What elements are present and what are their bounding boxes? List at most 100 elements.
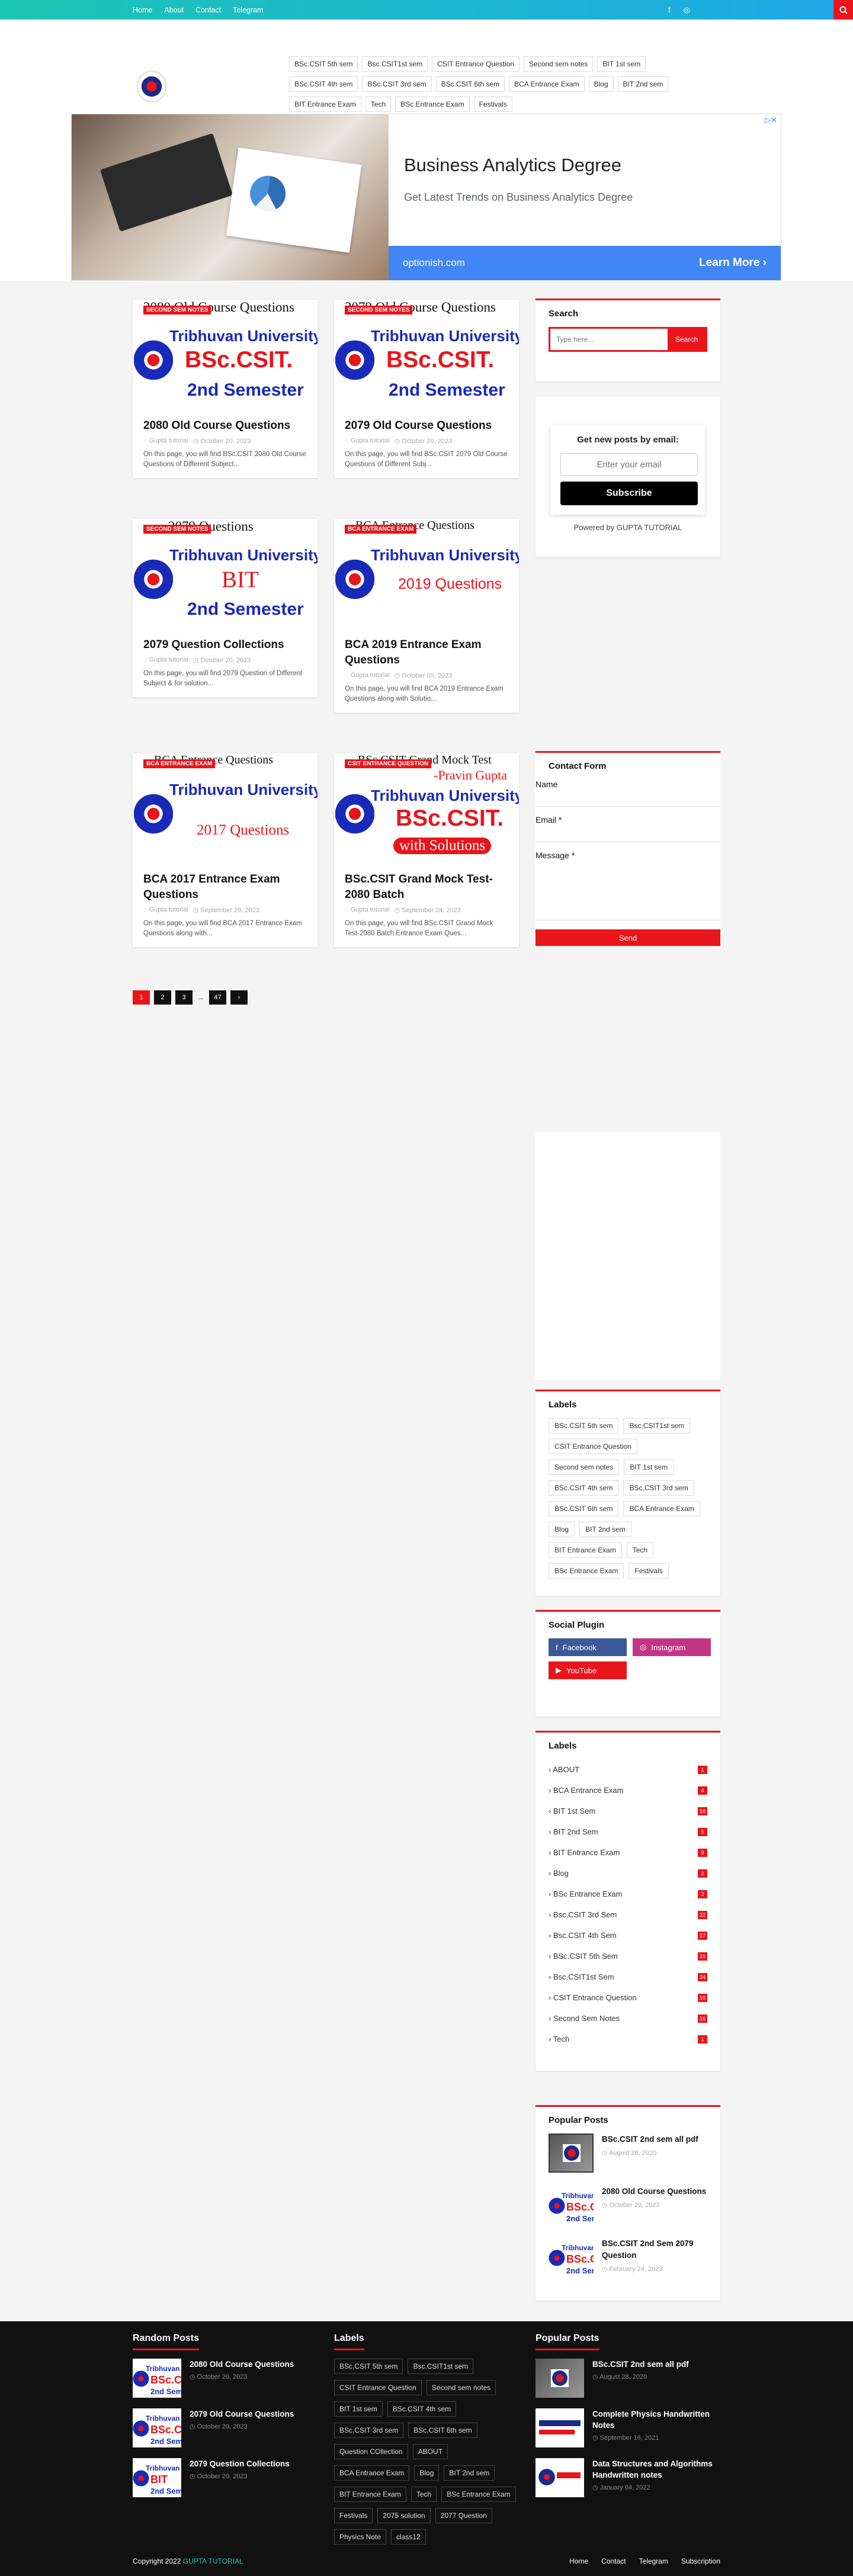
footer-label-chip[interactable]: BSc.CSIT 4th sem — [387, 2401, 457, 2417]
footer-label-chip[interactable]: Festivals — [334, 2508, 373, 2523]
header-tag[interactable]: Blog — [588, 76, 614, 92]
footer-post[interactable]: Data Structures and Algorithms Handwritt… — [535, 2458, 720, 2497]
label-list-item[interactable]: › BIT Entrance Exam 9 — [549, 1842, 707, 1863]
post-label-badge[interactable]: CSIT ENTRANCE QUESTION — [345, 759, 432, 768]
brand-link[interactable]: GUPTA TUTORIAL — [183, 2557, 243, 2565]
message-field[interactable] — [535, 864, 720, 920]
footer-post[interactable]: Tribhuvan UnivBIT2nd Semes 2079 Question… — [133, 2458, 318, 2497]
ad-learn-more-button[interactable]: Learn More › — [699, 256, 767, 270]
label-list-item[interactable]: › BCA Entrance Exam 4 — [549, 1780, 707, 1801]
post-title[interactable]: 2079 Question Collections — [133, 629, 318, 653]
post-card[interactable]: BSc.CSIT Grand Mock Test -Pravin Gupta T… — [334, 753, 519, 947]
facebook-button[interactable]: f Facebook — [549, 1638, 627, 1656]
post-title[interactable]: BSc.CSIT Grand Mock Test-2080 Batch — [334, 864, 519, 903]
label-list-item[interactable]: › Bsc.CSIT1st Sem 34 — [549, 1967, 707, 1987]
header-tag[interactable]: BIT 2nd sem — [617, 76, 669, 92]
page-1[interactable]: 1 — [133, 990, 150, 1005]
label-list-item[interactable]: › ABOUT 1 — [549, 1759, 707, 1780]
label-chip[interactable]: Festivals — [628, 1563, 669, 1579]
header-tag[interactable]: Tech — [365, 97, 392, 112]
popular-post[interactable]: Tribhuvan UnivBSc.CSIT2nd Sem BSc.CSIT 2… — [535, 2238, 720, 2290]
label-chip[interactable]: Tech — [626, 1542, 654, 1558]
footer-label-chip[interactable]: BIT 1st sem — [334, 2401, 383, 2417]
footer-label-chip[interactable]: Blog — [414, 2465, 440, 2481]
post-label-badge[interactable]: BCA ENTRANCE EXAM — [143, 759, 216, 768]
label-chip[interactable]: BCA Entrance Exam — [623, 1501, 700, 1516]
footer-post[interactable]: BSc.CSIT 2nd sem all pdf ◷ August 28, 202… — [535, 2359, 720, 2398]
page-47[interactable]: 47 — [209, 990, 226, 1005]
post-title[interactable]: BCA 2019 Entrance Exam Questions — [334, 629, 519, 668]
label-list-item[interactable]: › Second Sem Notes 16 — [549, 2008, 707, 2029]
search-button[interactable]: Search — [668, 329, 706, 350]
label-chip[interactable]: BIT 1st sem — [624, 1459, 674, 1475]
footer-label-chip[interactable]: BSc.CSIT 3rd sem — [334, 2423, 404, 2438]
page-2[interactable]: 2 — [154, 990, 171, 1005]
header-tag[interactable]: BSc.CSIT 5th sem — [289, 56, 358, 72]
next-page-button[interactable]: › — [230, 990, 248, 1005]
label-chip[interactable]: BSc.CSIT 5th sem — [549, 1418, 619, 1433]
label-chip[interactable]: BSc.CSIT 3rd sem — [623, 1480, 694, 1496]
post-thumbnail[interactable]: BSc.CSIT Grand Mock Test -Pravin Gupta T… — [334, 753, 519, 864]
post-thumbnail[interactable]: BCA Entrance Questions Tribhuvan Univers… — [133, 753, 318, 864]
label-list-item[interactable]: › Tech 1 — [549, 2029, 707, 2049]
footer-label-chip[interactable]: ABOUT — [412, 2444, 448, 2459]
header-tag[interactable]: Bsc.CSIT1st sem — [362, 56, 428, 72]
label-list-item[interactable]: › CSIT Entrance Question 10 — [549, 1987, 707, 2008]
label-chip[interactable]: BSc.CSIT 6th sem — [549, 1501, 619, 1516]
post-thumbnail[interactable]: 2079 Questions Tribhuvan University BIT … — [133, 519, 318, 629]
footer-label-chip[interactable]: Physics Note — [334, 2529, 387, 2545]
label-chip[interactable]: Second sem notes — [549, 1459, 620, 1475]
label-list-item[interactable]: › Bsc.CSIT 3rd Sem 22 — [549, 1904, 707, 1925]
subscribe-button[interactable]: Subscribe — [560, 482, 698, 505]
ad-banner[interactable]: ▷✕ Business Analytics Degree Get Latest … — [71, 114, 781, 281]
nav-home[interactable]: Home — [133, 6, 152, 14]
site-logo[interactable] — [137, 70, 166, 102]
footer-label-chip[interactable]: 2077 Question — [435, 2508, 492, 2523]
header-tag[interactable]: BSc.CSIT 4th sem — [289, 76, 358, 92]
post-card[interactable]: 2079 Old Course Questions Tribhuvan Univ… — [334, 300, 519, 478]
post-thumbnail[interactable]: 2080 Old Course Questions Tribhuvan Univ… — [133, 300, 318, 410]
footer-link-contact[interactable]: Contact — [601, 2557, 626, 2565]
header-tag[interactable]: Festivals — [473, 97, 512, 112]
footer-label-chip[interactable]: BSc Entrance Exam — [441, 2487, 516, 2502]
footer-label-chip[interactable]: Question COllection — [334, 2444, 408, 2459]
instagram-icon[interactable]: ◎ — [684, 5, 690, 15]
post-title[interactable]: BCA 2017 Entrance Exam Questions — [133, 864, 318, 903]
post-label-badge[interactable]: BCA ENTRANCE EXAM — [345, 525, 417, 534]
footer-label-chip[interactable]: BIT 2nd sem — [444, 2465, 495, 2481]
nav-contact[interactable]: Contact — [195, 6, 221, 14]
header-tag[interactable]: BSc.CSIT 6th sem — [435, 76, 505, 92]
header-tag[interactable]: BCA Entrance Exam — [509, 76, 585, 92]
post-thumbnail[interactable]: 2079 Old Course Questions Tribhuvan Univ… — [334, 300, 519, 410]
post-card[interactable]: 2080 Old Course Questions Tribhuvan Univ… — [133, 300, 318, 478]
post-card[interactable]: 2079 Questions Tribhuvan University BIT … — [133, 519, 318, 697]
page-3[interactable]: 3 — [175, 990, 193, 1005]
post-thumbnail[interactable]: BCA Entrance Questions Tribhuvan Univers… — [334, 519, 519, 629]
footer-post[interactable]: Tribhuvan UnivBSc.CSIT.2nd Semes 2079 Ol… — [133, 2408, 318, 2447]
header-tag[interactable]: BSc Entrance Exam — [395, 97, 470, 112]
label-chip[interactable]: BIT Entrance Exam — [549, 1542, 622, 1558]
label-list-item[interactable]: › Bsc.CSIT 4th Sem 17 — [549, 1925, 707, 1946]
post-label-badge[interactable]: SECOND SEM NOTES — [143, 525, 211, 534]
header-tag[interactable]: BIT 1st sem — [597, 56, 646, 72]
post-label-badge[interactable]: SECOND SEM NOTES — [143, 306, 211, 315]
footer-post[interactable]: Tribhuvan UnivBSc.CSIT.2nd Semes 2080 Ol… — [133, 2359, 318, 2398]
popular-post[interactable]: BSc.CSIT 2nd sem all pdf ◷ August 28, 202… — [535, 2134, 720, 2186]
youtube-button[interactable]: ▶ YouTube — [549, 1661, 627, 1679]
label-chip[interactable]: BSc.CSIT 4th sem — [549, 1480, 619, 1496]
label-chip[interactable]: CSIT Entrance Question — [549, 1439, 637, 1454]
footer-label-chip[interactable]: BSc.CSIT 6th sem — [408, 2423, 477, 2438]
ad-choices-icon[interactable]: ▷✕ — [765, 116, 777, 125]
footer-label-chip[interactable]: Tech — [411, 2487, 437, 2502]
footer-label-chip[interactable]: BIT Entrance Exam — [334, 2487, 406, 2502]
post-card[interactable]: BCA Entrance Questions Tribhuvan Univers… — [133, 753, 318, 947]
header-tag[interactable]: Second sem notes — [524, 56, 594, 72]
send-button[interactable]: Send — [535, 929, 720, 946]
header-tag[interactable]: BIT Entrance Exam — [289, 97, 361, 112]
label-list-item[interactable]: › BIT 1st Sem 18 — [549, 1801, 707, 1821]
footer-post[interactable]: Complete Physics Handwritten Notes ◷ Sept… — [535, 2408, 720, 2447]
footer-label-chip[interactable]: BCA Entrance Exam — [334, 2465, 410, 2481]
label-list-item[interactable]: › BSc Entrance Exam 2 — [549, 1884, 707, 1904]
footer-link-home[interactable]: Home — [569, 2557, 588, 2565]
label-chip[interactable]: BIT 2nd sem — [579, 1522, 631, 1537]
